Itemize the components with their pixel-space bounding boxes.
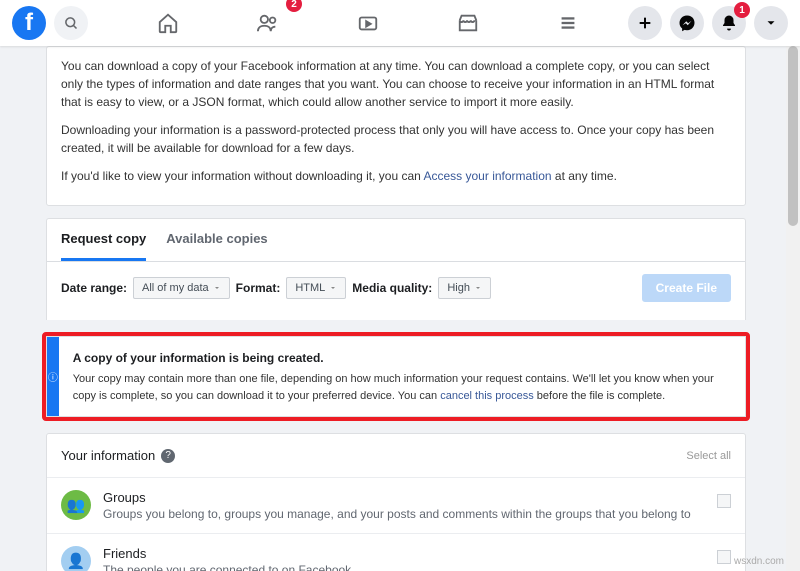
nav-menu[interactable] — [538, 0, 598, 46]
alert-banner: ⓘ A copy of your information is being cr… — [46, 336, 746, 417]
cancel-process-link[interactable]: cancel this process — [440, 390, 534, 402]
checkbox[interactable] — [717, 494, 731, 508]
access-info-link[interactable]: Access your information — [424, 169, 552, 183]
nav-friends[interactable]: 2 — [238, 0, 298, 46]
nav-watch[interactable] — [338, 0, 398, 46]
notifications-button[interactable]: 1 — [712, 6, 746, 40]
info-row-groups[interactable]: 👥 Groups Groups you belong to, groups you … — [47, 477, 745, 533]
friends-icon — [257, 12, 279, 34]
alert-highlight: ⓘ A copy of your information is being cr… — [42, 332, 750, 421]
friends-badge: 2 — [286, 0, 302, 12]
date-range-label: Date range: — [61, 281, 127, 295]
watch-icon — [357, 12, 379, 34]
format-select[interactable]: HTML — [286, 277, 346, 299]
nav-home[interactable] — [138, 0, 198, 46]
page-content: You can download a copy of your Facebook… — [0, 46, 800, 571]
info-section-card: Your information ? Select all 👥 Groups Gro… — [46, 433, 746, 571]
create-button[interactable] — [628, 6, 662, 40]
media-quality-label: Media quality: — [352, 281, 432, 295]
marketplace-icon — [457, 12, 479, 34]
tab-available-copies[interactable]: Available copies — [166, 219, 267, 261]
nav-center: 2 — [108, 0, 628, 46]
alert-text: Your copy may contain more than one file… — [73, 371, 731, 404]
info-desc: Groups you belong to, groups you manage,… — [103, 507, 707, 521]
tabs: Request copy Available copies — [47, 219, 745, 262]
notifications-badge: 1 — [734, 2, 750, 18]
alert-bar: ⓘ — [47, 337, 59, 416]
info-row-friends[interactable]: 👤 Friends The people you are connected to … — [47, 533, 745, 571]
date-range-select[interactable]: All of my data — [133, 277, 230, 299]
caret-down-icon — [329, 284, 337, 292]
nav-right: 1 — [628, 6, 788, 40]
info-title: Groups — [103, 490, 707, 505]
caret-down-icon — [213, 284, 221, 292]
your-information-heading: Your information ? Select all — [47, 434, 745, 477]
intro-card: You can download a copy of your Facebook… — [46, 46, 746, 206]
info-title: Friends — [103, 546, 707, 561]
help-icon[interactable]: ? — [161, 449, 175, 463]
caret-down-icon — [764, 16, 778, 30]
search-icon — [64, 16, 79, 31]
messenger-icon — [678, 14, 696, 32]
select-all-link[interactable]: Select all — [686, 450, 731, 462]
menu-icon — [557, 12, 579, 34]
category-icon: 👤 — [61, 546, 91, 571]
watermark: wsxdn.com — [734, 556, 784, 567]
facebook-logo[interactable]: f — [12, 6, 46, 40]
messenger-button[interactable] — [670, 6, 704, 40]
caret-down-icon — [474, 284, 482, 292]
info-icon: ⓘ — [48, 369, 58, 384]
bell-icon — [720, 14, 738, 32]
alert-title: A copy of your information is being crea… — [73, 349, 731, 367]
search-button[interactable] — [54, 6, 88, 40]
nav-marketplace[interactable] — [438, 0, 498, 46]
checkbox[interactable] — [717, 550, 731, 564]
plus-icon — [637, 15, 653, 31]
intro-p3: If you'd like to view your information w… — [61, 167, 731, 185]
home-icon — [157, 12, 179, 34]
filters-row: Date range: All of my data Format: HTML … — [47, 262, 745, 314]
intro-p1: You can download a copy of your Facebook… — [61, 57, 731, 111]
top-bar: f 2 1 — [0, 0, 800, 46]
tab-request-copy[interactable]: Request copy — [61, 219, 146, 261]
info-desc: The people you are connected to on Faceb… — [103, 563, 707, 571]
request-card: Request copy Available copies Date range… — [46, 218, 746, 320]
scrollbar-thumb[interactable] — [788, 46, 798, 226]
media-quality-select[interactable]: High — [438, 277, 491, 299]
create-file-button[interactable]: Create File — [642, 274, 731, 302]
intro-p2: Downloading your information is a passwo… — [61, 121, 731, 157]
scrollbar-track[interactable] — [786, 46, 800, 571]
account-button[interactable] — [754, 6, 788, 40]
format-label: Format: — [236, 281, 281, 295]
category-icon: 👥 — [61, 490, 91, 520]
